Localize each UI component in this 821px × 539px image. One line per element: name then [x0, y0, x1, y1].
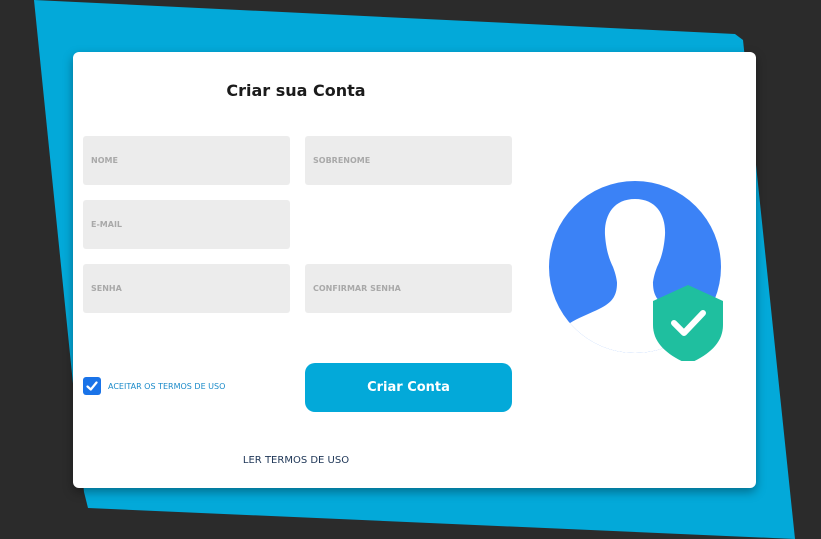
first-name-input[interactable]	[83, 136, 290, 185]
accept-terms-checkbox[interactable]	[83, 377, 101, 395]
create-account-button[interactable]: Criar Conta	[305, 363, 512, 412]
read-terms-link[interactable]: LER TERMOS DE USO	[73, 455, 519, 466]
email-input[interactable]	[83, 200, 290, 249]
accept-terms-label: ACEITAR OS TERMOS DE USO	[108, 381, 226, 391]
checkmark-icon	[86, 381, 98, 391]
last-name-input[interactable]	[305, 136, 512, 185]
accept-terms-checkbox-row[interactable]: ACEITAR OS TERMOS DE USO	[83, 377, 225, 395]
password-input[interactable]	[83, 264, 290, 313]
user-avatar-shield-icon	[549, 181, 723, 361]
confirm-password-input[interactable]	[305, 264, 512, 313]
page-background: Criar sua Conta ACEITAR OS TERMOS DE USO…	[0, 0, 821, 539]
signup-card: Criar sua Conta ACEITAR OS TERMOS DE USO…	[73, 52, 756, 488]
form-title: Criar sua Conta	[226, 81, 366, 100]
